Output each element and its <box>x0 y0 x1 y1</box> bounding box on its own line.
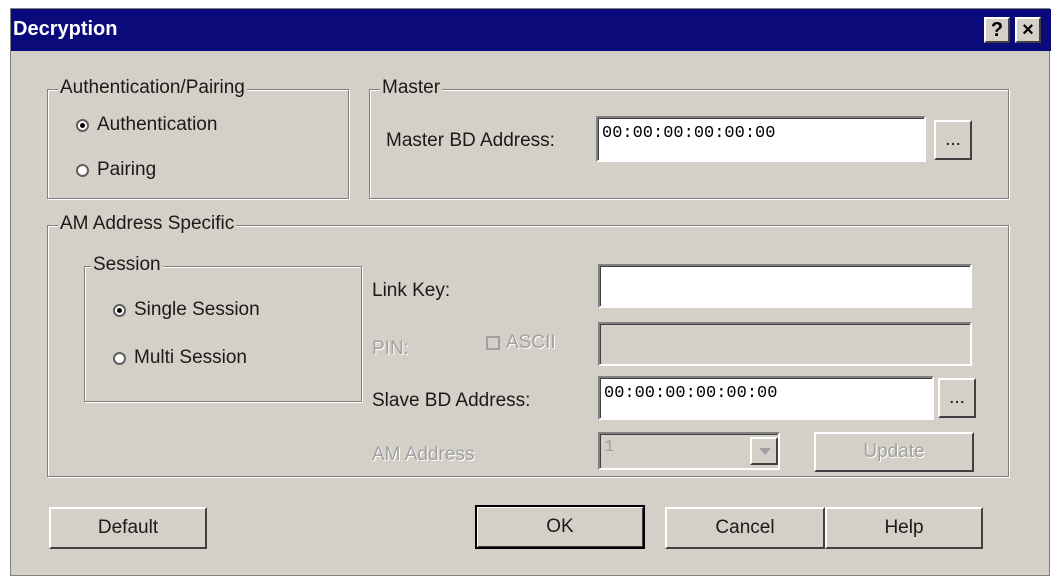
update-button[interactable]: Update <box>814 432 974 472</box>
pin-field[interactable] <box>598 322 972 366</box>
help-icon[interactable]: ? <box>984 17 1010 43</box>
chevron-down-icon[interactable] <box>750 437 778 465</box>
auth-pairing-legend: Authentication/Pairing <box>58 77 247 99</box>
ascii-label: ASCII <box>506 332 556 353</box>
decryption-dialog: Decryption ? × Authentication/Pairing Au… <box>10 8 1051 576</box>
session-legend: Session <box>91 254 163 276</box>
radio-selected-icon <box>113 303 126 317</box>
slave-bd-address-label: Slave BD Address: <box>372 390 531 411</box>
master-browse-button[interactable]: ... <box>934 120 972 160</box>
multi-session-label: Multi Session <box>134 347 247 368</box>
radio-unselected-icon <box>113 351 126 365</box>
slave-bd-address-field[interactable]: 00:00:00:00:00:00 <box>598 376 934 420</box>
cancel-button[interactable]: Cancel <box>665 507 825 549</box>
master-legend: Master <box>380 77 443 99</box>
master-bd-address-label: Master BD Address: <box>386 130 555 151</box>
pairing-label: Pairing <box>97 159 157 180</box>
master-bd-address-field[interactable]: 00:00:00:00:00:00 <box>596 116 926 162</box>
slave-browse-button[interactable]: ... <box>938 378 976 418</box>
pin-label: PIN: <box>372 338 409 359</box>
link-key-label: Link Key: <box>372 280 451 301</box>
am-address-specific-group: AM Address Specific Session Single Sessi… <box>47 213 1009 477</box>
radio-selected-icon <box>76 118 89 132</box>
dialog-title: Decryption <box>13 18 118 40</box>
single-session-label: Single Session <box>134 299 260 320</box>
authentication-label: Authentication <box>97 114 218 135</box>
authentication-radio[interactable]: Authentication <box>76 114 217 136</box>
auth-pairing-group: Authentication/Pairing Authentication Pa… <box>47 77 349 199</box>
multi-session-radio[interactable]: Multi Session <box>113 347 247 369</box>
radio-unselected-icon <box>76 163 89 177</box>
ascii-checkbox[interactable] <box>486 336 500 350</box>
default-button[interactable]: Default <box>49 507 207 549</box>
single-session-radio[interactable]: Single Session <box>113 299 260 321</box>
master-group: Master Master BD Address: 00:00:00:00:00… <box>369 77 1009 199</box>
title-bar[interactable]: Decryption ? × <box>11 9 1051 51</box>
ok-button[interactable]: OK <box>475 505 645 549</box>
pairing-radio[interactable]: Pairing <box>76 159 156 181</box>
link-key-field[interactable] <box>598 264 972 308</box>
help-button[interactable]: Help <box>825 507 983 549</box>
am-address-specific-legend: AM Address Specific <box>58 213 237 235</box>
am-address-label: AM Address <box>372 444 475 465</box>
close-icon[interactable]: × <box>1015 17 1041 43</box>
session-group: Session Single Session Multi Session <box>84 254 362 402</box>
